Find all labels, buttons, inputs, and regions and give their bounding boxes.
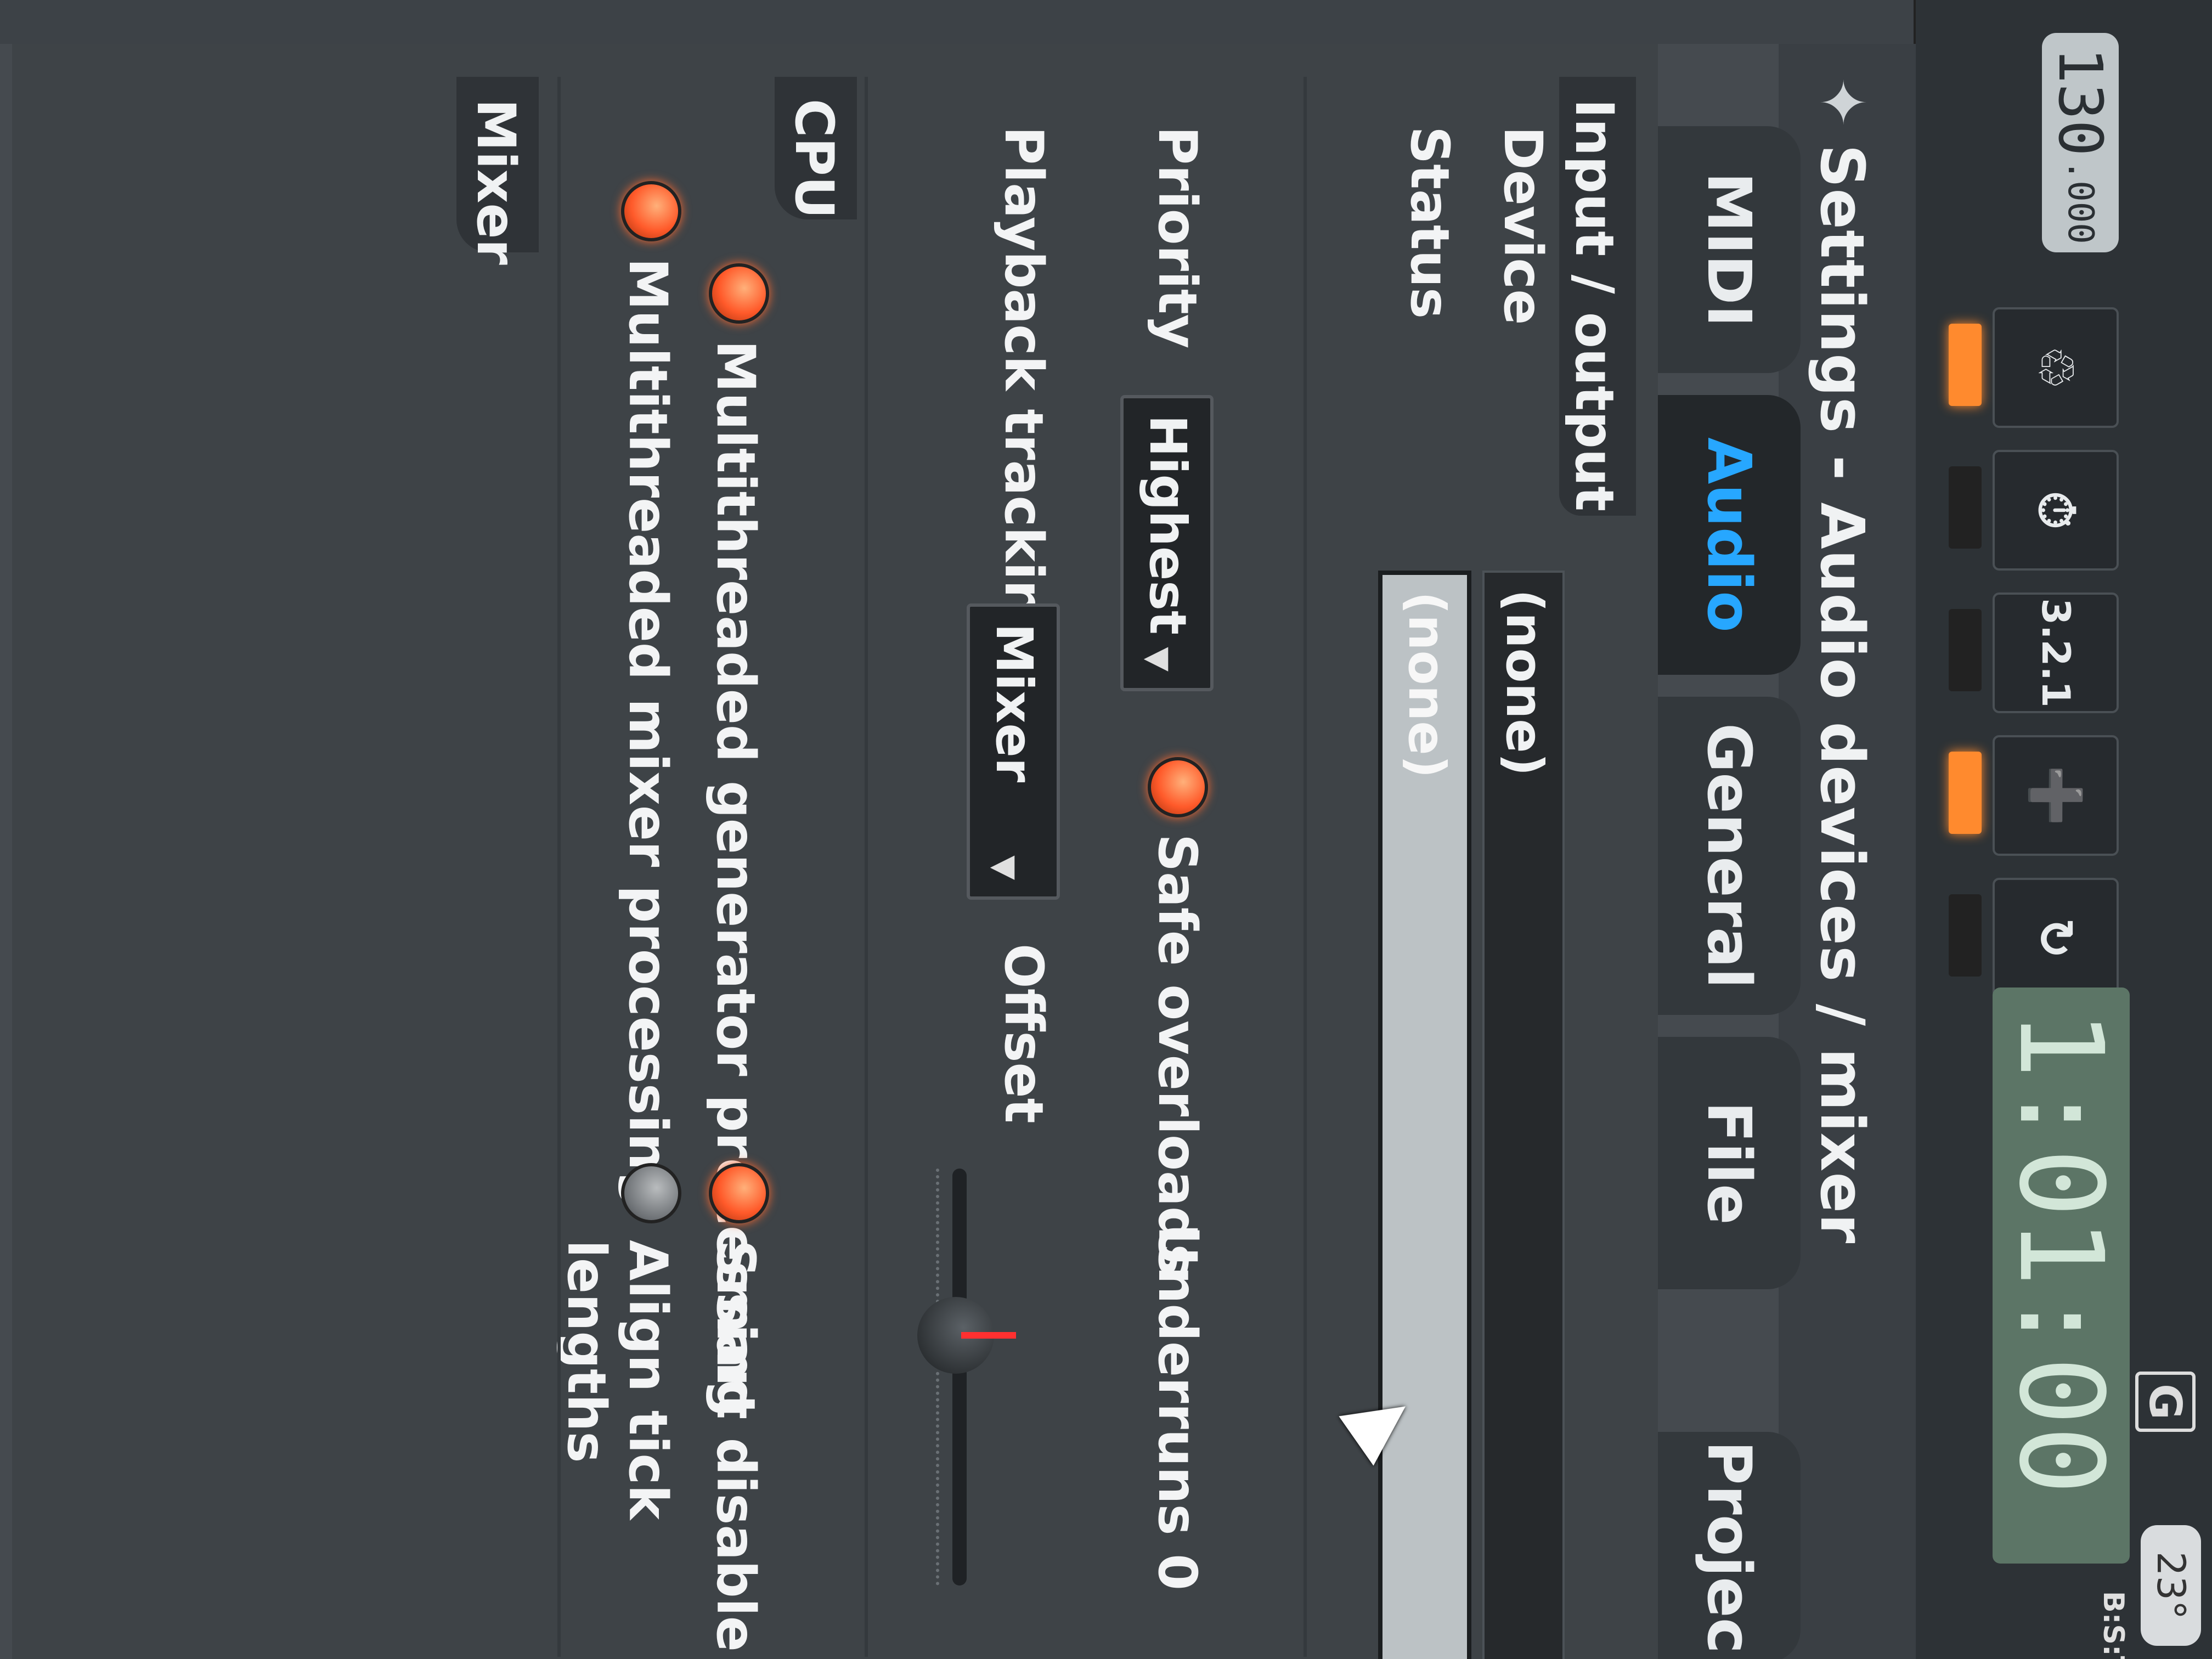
playback-tracking-value: Mixer (985, 623, 1043, 783)
offset-slider-track[interactable] (952, 1169, 967, 1585)
priority-value: Highest (1138, 415, 1197, 635)
safe-overloads-toggle[interactable] (1148, 757, 1208, 817)
settings-window: ✦ Settings - Audio devices / mixer MIDI A… (0, 44, 1916, 1659)
g-label: G (2140, 1384, 2191, 1420)
countdown-label: 3.2.1 (2033, 598, 2078, 708)
playback-tracking-label: Playback tracking (993, 126, 1054, 656)
audio-settings-panel: Input / output Device (none) Status (non… (12, 44, 1658, 1659)
offset-slider-ticks (909, 1169, 939, 1585)
cpu-section-label: CPU (783, 99, 845, 219)
indicator-led (1949, 752, 1982, 834)
main-toolbar: 130.000 ♲ ⏱ 3.2.1 ➕ ↻ 1:01:00 B:S:T G 23… (1914, 0, 2212, 1659)
move-icon: ✦ (1807, 77, 1877, 128)
align-tick-lengths-label: Align tick lengths (556, 1240, 679, 1520)
indicator-led (1949, 609, 1982, 691)
safe-overloads-label: Safe overloads (1147, 834, 1208, 1276)
io-section-label: Input / output (1564, 99, 1625, 512)
indicator-led (1949, 894, 1982, 977)
tab-label: File (1694, 1101, 1764, 1225)
window-title-text: Settings - Audio devices / mixer (1807, 144, 1877, 1244)
cpu-meter: 23° (2141, 1525, 2201, 1646)
priority-select[interactable]: Highest ▼ (1120, 395, 1214, 691)
device-label: Device (1492, 126, 1554, 325)
divider (1304, 77, 1307, 1657)
tab-audio[interactable]: Audio (1658, 395, 1801, 675)
wait-for-input-icon[interactable]: ⏱ (1993, 450, 2119, 571)
time-value: 1:01:00 (1994, 1009, 2129, 1496)
window-title: ✦ Settings - Audio devices / mixer (1807, 77, 1877, 1244)
tempo-decimal: .000 (2060, 159, 2101, 244)
status-label: Status (1399, 126, 1460, 319)
chevron-down-icon: ▼ (1140, 647, 1177, 672)
playback-tracking-select[interactable]: Mixer ▼ (967, 603, 1060, 900)
device-select[interactable]: (none) (1482, 571, 1565, 1659)
tab-label: General (1694, 723, 1764, 989)
chevron-down-icon: ▼ (986, 855, 1024, 880)
status-field: (none) (1378, 571, 1471, 1659)
multithreaded-mixer-label: Multithreaded mixer processing (617, 258, 679, 1209)
tempo-main: 130 (2045, 47, 2115, 156)
rotated-content: 130.000 ♲ ⏱ 3.2.1 ➕ ↻ 1:01:00 B:S:T G 23… (0, 0, 2212, 1659)
tab-project[interactable]: Projec (1658, 1432, 1801, 1659)
tab-label: Audio (1694, 437, 1764, 633)
priority-label: Priority (1147, 126, 1208, 349)
offset-slider-knob[interactable] (917, 1297, 994, 1374)
tab-file[interactable]: File (1658, 1037, 1801, 1289)
underruns-label: Underruns 0 (1147, 1223, 1208, 1590)
cpu-value: 23° (2148, 1551, 2193, 1620)
tempo-display[interactable]: 130.000 (2042, 33, 2119, 252)
indicator-led (1949, 324, 1982, 406)
multithreaded-generator-toggle[interactable] (709, 263, 769, 324)
metronome-icon[interactable]: ♲ (1993, 307, 2119, 428)
mixer-section-header: Mixer (456, 77, 539, 265)
tab-label: MIDI (1694, 172, 1764, 328)
g-icon[interactable]: G (2135, 1372, 2196, 1432)
tab-label: Projec (1694, 1441, 1764, 1654)
cpu-section-header: CPU (775, 77, 857, 219)
tab-general[interactable]: General (1658, 697, 1801, 1015)
divider (557, 77, 561, 1657)
settings-tabs: MIDI Audio General File Projec (1658, 126, 1801, 1659)
align-tick-lengths-toggle[interactable] (621, 1163, 681, 1223)
loop-record-icon[interactable]: ↻ (1993, 878, 2119, 998)
divider (865, 77, 868, 1657)
countdown-button[interactable]: 3.2.1 (1993, 592, 2119, 713)
screen: 130.000 ♲ ⏱ 3.2.1 ➕ ↻ 1:01:00 B:S:T G 23… (0, 0, 2212, 1659)
device-value: (none) (1495, 589, 1554, 776)
offset-label: Offset (993, 944, 1054, 1124)
smart-disable-label: Smart disable (705, 1240, 766, 1652)
mixer-section-label: Mixer (465, 99, 527, 265)
step-edit-icon[interactable]: ➕ (1993, 735, 2119, 856)
tab-midi[interactable]: MIDI (1658, 126, 1801, 373)
indicator-led (1949, 466, 1982, 549)
time-format-label: B:S:T (2097, 1591, 2130, 1659)
multithreaded-mixer-toggle[interactable] (621, 181, 681, 241)
io-section-header: Input / output (1559, 77, 1636, 516)
song-position-display[interactable]: 1:01:00 (1993, 988, 2130, 1564)
status-value: (none) (1397, 591, 1456, 778)
smart-disable-toggle[interactable] (709, 1163, 769, 1223)
